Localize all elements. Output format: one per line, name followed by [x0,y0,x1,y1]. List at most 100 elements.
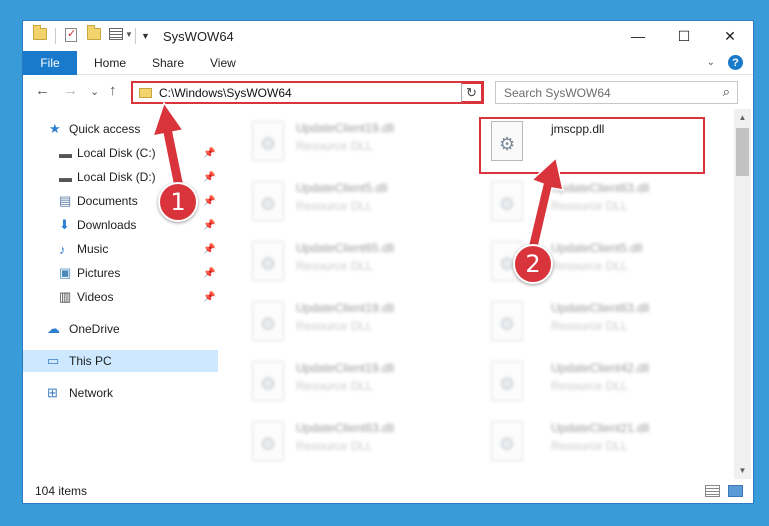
file-name: UpdateClient63.dll [296,421,395,435]
toolbar-divider [135,28,136,44]
forward-button[interactable]: → [63,82,78,99]
search-icon: ⌕ [722,84,730,99]
close-button[interactable]: ✕ [707,21,753,51]
step-2-badge: 2 [513,244,553,284]
customize-toolbar-button[interactable]: ▼ [141,31,150,41]
dll-file-icon [252,361,284,401]
tab-home[interactable]: Home [94,56,126,70]
nav-item-quick-access[interactable]: ★ Quick access [23,118,218,140]
tab-file[interactable]: File [23,51,77,75]
file-type: Resource DLL [551,439,628,453]
properties-icon [65,27,77,42]
file-list: UpdateClient19.dll Resource DLL UpdateCl… [218,109,730,479]
scroll-down-icon[interactable]: ▼ [734,462,751,479]
dll-file-icon [252,241,284,281]
address-row: ← → ⌄ ↑ C:\Windows\SysWOW64 ⌄ ↻ Search S… [23,76,753,108]
details-view-icon[interactable] [705,485,720,497]
download-icon: ⬇ [59,217,70,232]
expand-ribbon-icon[interactable]: ⌄ [707,57,715,68]
nav-label: Local Disk (D:) [77,170,156,184]
dll-file-icon [491,421,523,461]
dll-file-icon [252,181,284,221]
properties-button[interactable] [65,27,77,42]
file-item[interactable]: UpdateClient5.dll Resource DLL [244,179,474,237]
scroll-up-icon[interactable]: ▲ [734,109,751,126]
new-folder-button[interactable] [87,25,101,40]
status-bar: 104 items [23,479,753,503]
dll-file-icon [252,421,284,461]
nav-item-local-disk-c[interactable]: ▬ Local Disk (C:) 📌 [23,142,218,164]
file-item[interactable]: UpdateClient19.dll Resource DLL [244,359,474,417]
documents-icon: ▤ [59,193,72,208]
file-name: UpdateClient63.dll [551,301,650,315]
pin-icon[interactable]: 📌 [203,148,215,159]
target-file-highlight [479,117,705,174]
nav-label: Network [69,386,114,400]
tab-view[interactable]: View [210,56,236,70]
file-item[interactable]: UpdateClient65.dll Resource DLL [244,239,474,297]
title-bar: ▼ ▼ SysWOW64 — ☐ ✕ [23,21,753,51]
file-type: Resource DLL [551,379,628,393]
back-button[interactable]: ← [35,82,50,99]
minimize-button[interactable]: — [615,21,661,51]
refresh-icon: ↻ [466,84,477,100]
computer-icon: ▭ [47,353,60,368]
file-type: Resource DLL [296,319,373,333]
nav-label: Music [77,242,109,256]
pin-icon[interactable]: 📌 [203,268,215,279]
pin-icon[interactable]: 📌 [203,292,215,303]
file-item[interactable]: UpdateClient42.dll Resource DLL [483,359,713,417]
file-name: UpdateClient19.dll [296,121,395,135]
up-button[interactable]: ↑ [109,82,117,99]
tab-share[interactable]: Share [152,56,184,70]
dll-file-icon [491,361,523,401]
dll-file-icon [491,181,523,221]
pin-icon[interactable]: 📌 [203,196,215,207]
view-icon [109,28,123,40]
chevron-down-icon: ▼ [125,29,133,39]
star-icon: ★ [49,121,61,136]
help-icon[interactable]: ? [728,55,743,70]
file-type: Resource DLL [551,259,628,273]
file-name: UpdateClient65.dll [296,241,395,255]
nav-item-onedrive[interactable]: ☁ OneDrive [23,318,218,340]
file-item[interactable]: UpdateClient19.dll Resource DLL [244,119,474,177]
large-icons-view-icon[interactable] [728,485,743,497]
dll-file-icon [252,121,284,161]
file-item[interactable]: UpdateClient63.dll Resource DLL [483,179,713,237]
pin-icon[interactable]: 📌 [203,172,215,183]
new-folder-icon [87,25,101,40]
view-options-button[interactable]: ▼ [109,28,133,40]
file-name: UpdateClient19.dll [296,361,395,375]
drive-icon: ▬ [59,169,72,185]
nav-item-pictures[interactable]: ▣ Pictures 📌 [23,262,218,284]
address-path[interactable]: C:\Windows\SysWOW64 [159,86,292,100]
file-type: Resource DLL [296,379,373,393]
file-item[interactable]: UpdateClient19.dll Resource DLL [244,299,474,357]
folder-icon [139,88,152,98]
file-item[interactable]: UpdateClient21.dll Resource DLL [483,419,713,477]
vertical-scrollbar[interactable]: ▲ ▼ [734,109,751,479]
recent-locations-button[interactable]: ⌄ [90,85,99,98]
ribbon-tabs: File Home Share View ⌄ ? [23,51,753,75]
scroll-thumb[interactable] [736,128,749,176]
file-name: UpdateClient63.dll [551,181,650,195]
quick-access-toolbar [33,25,47,40]
refresh-button[interactable]: ↻ [461,82,483,103]
toolbar-divider [55,28,56,44]
desktop-background: ▼ ▼ SysWOW64 — ☐ ✕ File Home Share View … [0,0,769,526]
file-item[interactable]: UpdateClient63.dll Resource DLL [483,299,713,357]
address-bar[interactable]: C:\Windows\SysWOW64 ⌄ [131,81,484,104]
pictures-icon: ▣ [59,265,72,280]
pin-icon[interactable]: 📌 [203,244,215,255]
nav-item-this-pc[interactable]: ▭ This PC [23,350,218,372]
pin-icon[interactable]: 📌 [203,220,215,231]
nav-item-music[interactable]: ♪ Music 📌 [23,238,218,260]
file-item[interactable]: UpdateClient63.dll Resource DLL [244,419,474,477]
nav-label: Videos [77,290,114,304]
nav-item-videos[interactable]: ▥ Videos 📌 [23,286,218,308]
nav-item-network[interactable]: ⊞ Network [23,382,218,404]
search-input[interactable]: Search SysWOW64 ⌕ [495,81,738,104]
dll-file-icon [252,301,284,341]
maximize-button[interactable]: ☐ [661,21,707,51]
